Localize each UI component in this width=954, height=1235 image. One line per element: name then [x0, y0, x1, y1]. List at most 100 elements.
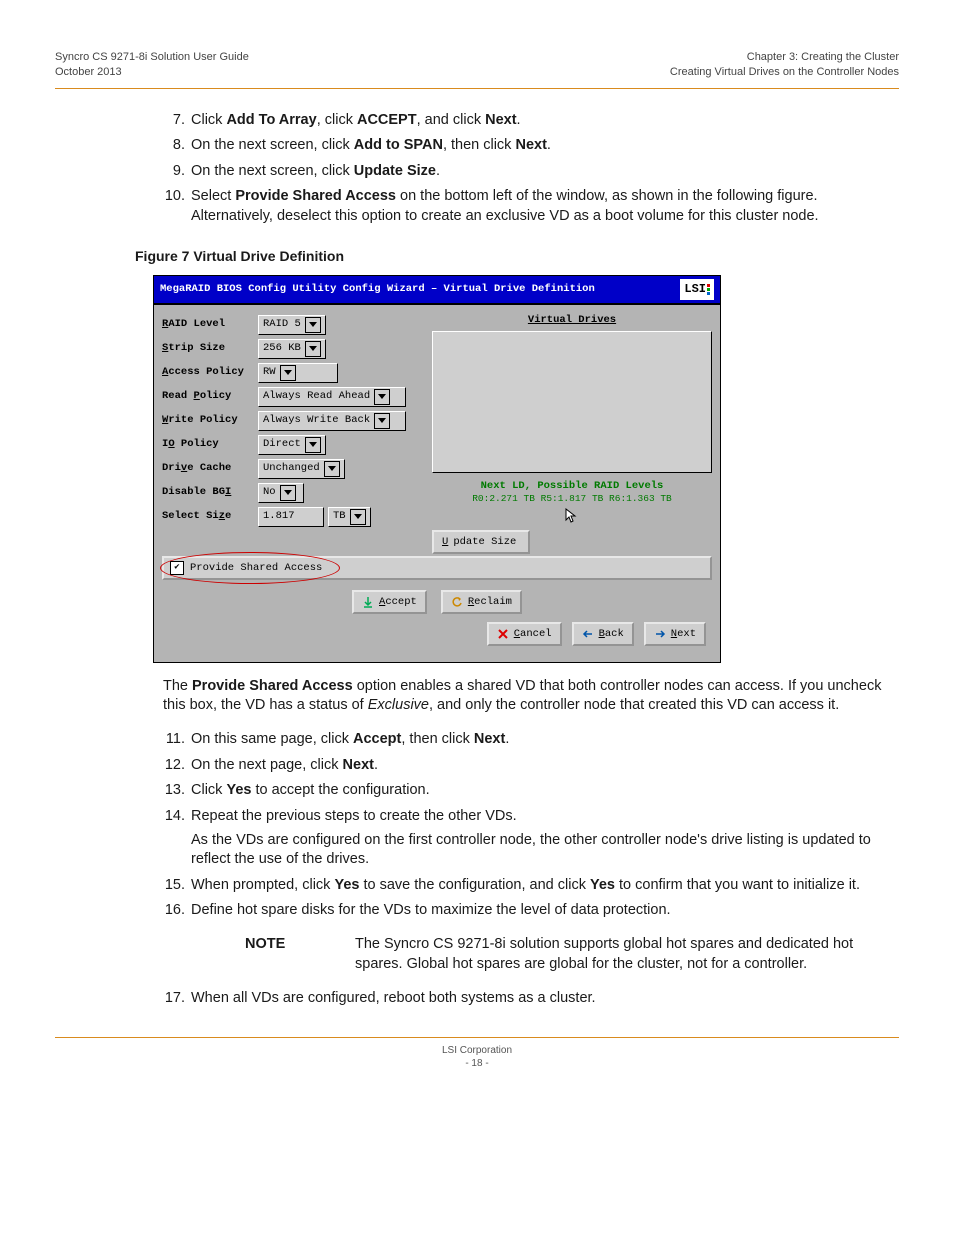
step-number: 16.	[163, 901, 185, 921]
list-item: 16. Define hot spare disks for the VDs to…	[163, 901, 899, 921]
note-block: NOTE The Syncro CS 9271-8i solution supp…	[245, 935, 899, 974]
select-raid-level[interactable]: RAID 5	[258, 315, 326, 335]
select-drive-cache[interactable]: Unchanged	[258, 459, 345, 479]
step-number: 15.	[163, 876, 185, 896]
list-item: 14.Repeat the previous steps to create t…	[163, 807, 899, 870]
chevron-down-icon	[280, 485, 296, 501]
chevron-down-icon	[350, 509, 366, 525]
chevron-down-icon	[305, 437, 321, 453]
list-item: 15. When prompted, click Yes to save the …	[163, 876, 899, 896]
arrow-left-icon	[582, 628, 594, 640]
page-footer: LSI Corporation - 18 -	[55, 1044, 899, 1071]
label-strip-size: Strip Size	[162, 341, 258, 355]
note-body: The Syncro CS 9271-8i solution supports …	[355, 935, 899, 974]
virtual-drives-listbox[interactable]	[432, 331, 712, 473]
header-right: Chapter 3: Creating the Cluster Creating…	[670, 50, 899, 80]
list-item: 9.On the next screen, click Update Size.	[163, 162, 899, 182]
footer-company: LSI Corporation	[55, 1044, 899, 1058]
figure-caption: Figure 7 Virtual Drive Definition	[135, 247, 899, 266]
doc-title: Syncro CS 9271-8i Solution User Guide	[55, 50, 249, 65]
list-item: 8. On the next screen, click Add to SPAN,…	[163, 136, 899, 156]
update-size-button[interactable]: Update Size	[432, 530, 530, 554]
step-text: Select Provide Shared Access on the bott…	[191, 188, 819, 224]
arrow-right-icon	[654, 628, 666, 640]
chapter-title: Chapter 3: Creating the Cluster	[670, 50, 899, 65]
back-button[interactable]: Back	[572, 622, 634, 646]
chevron-down-icon	[324, 461, 340, 477]
accept-button[interactable]: Accept	[352, 590, 427, 614]
step-text: On the next screen, click Add to SPAN, t…	[191, 137, 551, 153]
select-access-policy[interactable]: RW	[258, 363, 338, 383]
accept-icon	[362, 596, 374, 608]
step-number: 8.	[163, 136, 185, 156]
step-number: 10.	[163, 187, 185, 207]
doc-date: October 2013	[55, 65, 249, 80]
cursor-icon	[565, 508, 579, 524]
bottom-rule	[55, 1037, 899, 1038]
chevron-down-icon	[305, 317, 321, 333]
reclaim-button[interactable]: Reclaim	[441, 590, 522, 614]
label-select-size: Select Size	[162, 509, 258, 523]
section-title: Creating Virtual Drives on the Controlle…	[670, 65, 899, 80]
bios-form: RAID Level RAID 5 Strip Size 256 KB Acce…	[162, 311, 424, 554]
select-strip-size[interactable]: 256 KB	[258, 339, 326, 359]
select-size-unit[interactable]: TB	[328, 507, 371, 527]
step-text: When prompted, click Yes to save the con…	[191, 877, 860, 893]
list-item: 13. Click Yes to accept the configuration…	[163, 781, 899, 801]
select-io-policy[interactable]: Direct	[258, 435, 326, 455]
provide-shared-label: Provide Shared Access	[190, 561, 322, 575]
step-text: Click Yes to accept the configuration.	[191, 782, 430, 798]
step-text: When all VDs are configured, reboot both…	[191, 990, 596, 1006]
bios-titlebar: MegaRAID BIOS Config Utility Config Wiza…	[154, 276, 720, 304]
step-number: 11.	[163, 730, 185, 750]
next-button[interactable]: Next	[644, 622, 706, 646]
next-ld-values: R0:2.271 TB R5:1.817 TB R6:1.363 TB	[432, 493, 712, 506]
step-text: On the next page, click Next.	[191, 757, 378, 773]
provide-shared-checkbox[interactable]: ✔	[170, 561, 184, 575]
step-number: 13.	[163, 781, 185, 801]
page-number: - 18 -	[55, 1057, 899, 1071]
label-raid-level: RAID Level	[162, 317, 258, 331]
step-number: 17.	[163, 989, 185, 1009]
virtual-drives-header: Virtual Drives	[432, 313, 712, 327]
list-item: 17. When all VDs are configured, reboot b…	[163, 989, 899, 1009]
paragraph-provide-shared: The Provide Shared Access option enables…	[163, 677, 899, 716]
provide-shared-bar: ✔ Provide Shared Access	[162, 556, 712, 580]
lsi-logo: LSI	[680, 279, 714, 299]
step-number: 12.	[163, 756, 185, 776]
label-write-policy: Write Policy	[162, 413, 258, 427]
page-header: Syncro CS 9271-8i Solution User Guide Oc…	[55, 50, 899, 80]
cancel-button[interactable]: Cancel	[487, 622, 562, 646]
step-number: 7.	[163, 111, 185, 131]
step-number: 9.	[163, 162, 185, 182]
select-disable-bgi[interactable]: No	[258, 483, 304, 503]
list-item: 10. Select Provide Shared Access on the b…	[163, 187, 899, 226]
bios-right-panel: Virtual Drives Next LD, Possible RAID Le…	[432, 311, 712, 554]
chevron-down-icon	[374, 389, 390, 405]
steps-list-17: 17. When all VDs are configured, reboot b…	[163, 989, 899, 1009]
steps-list-bottom: 11. On this same page, click Accept, then…	[163, 730, 899, 921]
select-read-policy[interactable]: Always Read Ahead	[258, 387, 406, 407]
label-io-policy: IO Policy	[162, 437, 258, 451]
label-drive-cache: Drive Cache	[162, 461, 258, 475]
chevron-down-icon	[374, 413, 390, 429]
input-select-size[interactable]: 1.817	[258, 507, 324, 527]
next-ld-title: Next LD, Possible RAID Levels	[432, 479, 712, 493]
close-icon	[497, 628, 509, 640]
label-disable-bgi: Disable BGI	[162, 485, 258, 499]
list-item: 11. On this same page, click Accept, then…	[163, 730, 899, 750]
step-text: Click Add To Array, click ACCEPT, and cl…	[191, 112, 521, 128]
chevron-down-icon	[280, 365, 296, 381]
list-item: 7. Click Add To Array, click ACCEPT, and …	[163, 111, 899, 131]
step-subtext: As the VDs are configured on the first c…	[191, 831, 899, 870]
header-left: Syncro CS 9271-8i Solution User Guide Oc…	[55, 50, 249, 80]
document-page: Syncro CS 9271-8i Solution User Guide Oc…	[0, 0, 954, 1111]
label-access-policy: Access Policy	[162, 365, 258, 379]
reclaim-icon	[451, 596, 463, 608]
step-text: On this same page, click Accept, then cl…	[191, 731, 509, 747]
step-text: Define hot spare disks for the VDs to ma…	[191, 902, 671, 918]
chevron-down-icon	[305, 341, 321, 357]
steps-list-top: 7. Click Add To Array, click ACCEPT, and …	[163, 111, 899, 227]
note-label: NOTE	[245, 935, 355, 974]
select-write-policy[interactable]: Always Write Back	[258, 411, 406, 431]
